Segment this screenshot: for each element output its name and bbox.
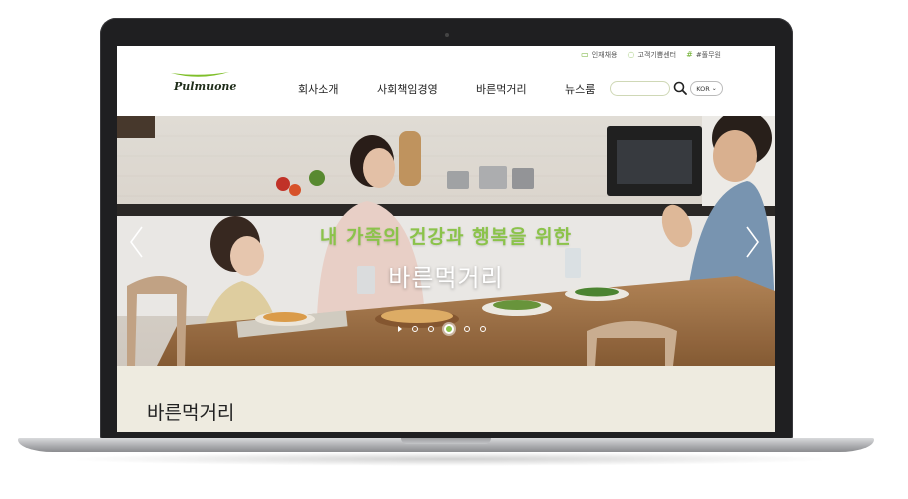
carousel-indicators [398, 324, 486, 334]
laptop-notch [401, 438, 491, 444]
food-section: 바른먹거리 [117, 366, 775, 432]
util-link-customer[interactable]: ◌ 고객기쁨센터 [627, 50, 676, 60]
briefcase-icon: ▭ [581, 50, 589, 59]
nav-item-company[interactable]: 회사소개 [298, 81, 338, 97]
carousel-dot[interactable] [412, 326, 418, 332]
camera-dot [445, 33, 449, 37]
carousel-dot[interactable] [464, 326, 470, 332]
util-link-label: 인재채용 [591, 51, 618, 59]
language-selected: KOR [696, 84, 710, 93]
pulmuone-logo[interactable]: Pulmuone [169, 69, 236, 97]
search-input[interactable] [610, 81, 670, 96]
laptop-base [18, 438, 874, 452]
utility-links: ▭ 인재채용 ◌ 고객기쁨센터 # #풀무원 [581, 50, 721, 60]
carousel-dot-active[interactable] [444, 324, 454, 334]
util-link-hashtag[interactable]: # #풀무원 [686, 50, 721, 60]
hero-headline: 내 가족의 건강과 행복을 위한 [319, 226, 573, 248]
nav-item-newsroom[interactable]: 뉴스룸 [565, 81, 595, 97]
nav-item-csr[interactable]: 사회책임경영 [377, 81, 438, 97]
headset-icon: ◌ [627, 50, 635, 59]
chevron-down-icon: ⌄ [711, 85, 717, 92]
util-link-label: #풀무원 [695, 51, 721, 59]
laptop-frame: ▭ 인재채용 ◌ 고객기쁨센터 # #풀무원 Pulmuone 회사소개 사회책… [100, 18, 793, 440]
logo-text: Pulmuone [174, 80, 237, 93]
section-title: 바른먹거리 [147, 402, 235, 424]
util-link-careers[interactable]: ▭ 인재채용 [581, 50, 617, 60]
site-header: ▭ 인재채용 ◌ 고객기쁨센터 # #풀무원 Pulmuone 회사소개 사회책… [117, 46, 775, 116]
util-link-label: 고객기쁨센터 [637, 51, 677, 59]
search-icon[interactable] [673, 80, 687, 96]
chevron-right-icon[interactable] [742, 224, 762, 260]
language-select[interactable]: KOR ⌄ [690, 81, 723, 96]
hashtag-icon: # [686, 50, 693, 59]
browser-viewport: ▭ 인재채용 ◌ 고객기쁨센터 # #풀무원 Pulmuone 회사소개 사회책… [117, 46, 775, 432]
hero-subheadline: 바른먹거리 [388, 264, 504, 292]
nav-item-food[interactable]: 바른먹거리 [476, 81, 527, 97]
chevron-left-icon[interactable] [127, 224, 147, 260]
carousel-dot[interactable] [428, 326, 434, 332]
play-icon[interactable] [398, 326, 402, 332]
hero-carousel: 내 가족의 건강과 행복을 위한 바른먹거리 [117, 116, 775, 366]
laptop-shadow [60, 452, 840, 466]
carousel-dot[interactable] [480, 326, 486, 332]
